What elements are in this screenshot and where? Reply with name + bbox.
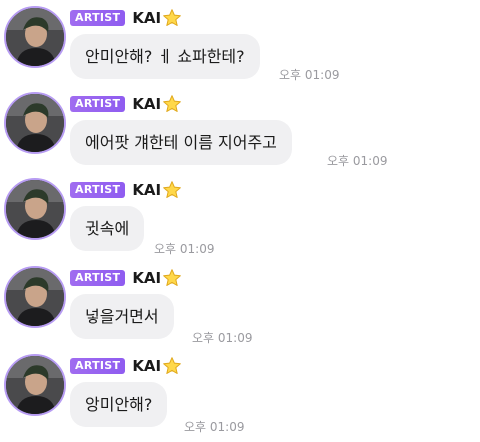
artist-avatar[interactable] <box>4 6 66 68</box>
message-time: 오후 01:09 <box>327 154 388 168</box>
sender-row: ARTIST KAI <box>70 268 182 288</box>
artist-avatar[interactable] <box>4 92 66 154</box>
chat-message: ARTIST KAI 귓속에 오후 01:09 <box>0 178 480 258</box>
avatar-photo <box>6 268 64 326</box>
avatar-photo <box>6 356 64 414</box>
message-time: 오후 01:09 <box>192 331 253 345</box>
artist-badge: ARTIST <box>70 96 126 112</box>
chat-message: ARTIST KAI 앙미안해? 오후 01:09 <box>0 354 480 442</box>
star-icon <box>163 181 181 198</box>
sender-row: ARTIST KAI <box>70 180 182 200</box>
message-bubble[interactable]: 에어팟 걔한테 이름 지어주고 <box>70 120 292 165</box>
chat-message: ARTIST KAI 넣을거면서 오후 01:09 <box>0 266 480 346</box>
avatar-photo <box>6 94 64 152</box>
message-time: 오후 01:09 <box>154 242 215 256</box>
artist-avatar[interactable] <box>4 266 66 328</box>
artist-avatar[interactable] <box>4 354 66 416</box>
artist-badge: ARTIST <box>70 182 126 198</box>
star-icon <box>163 9 181 26</box>
sender-row: ARTIST KAI <box>70 94 182 114</box>
sender-name: KAI <box>132 95 162 113</box>
chat-message: ARTIST KAI 안미안해? ㅔ 쇼파한테? 오후 01:09 <box>0 6 480 86</box>
message-bubble[interactable]: 안미안해? ㅔ 쇼파한테? <box>70 34 260 79</box>
message-time: 오후 01:09 <box>279 68 340 82</box>
sender-name: KAI <box>132 269 162 287</box>
artist-badge: ARTIST <box>70 358 126 374</box>
message-bubble[interactable]: 앙미안해? <box>70 382 168 427</box>
message-bubble[interactable]: 넣을거면서 <box>70 294 174 339</box>
sender-row: ARTIST KAI <box>70 356 182 376</box>
sender-name: KAI <box>132 181 162 199</box>
artist-badge: ARTIST <box>70 270 126 286</box>
avatar-photo <box>6 180 64 238</box>
star-icon <box>163 95 181 112</box>
star-icon <box>163 269 181 286</box>
sender-name: KAI <box>132 357 162 375</box>
chat-message: ARTIST KAI 에어팟 걔한테 이름 지어주고 오후 01:09 <box>0 92 480 172</box>
sender-name: KAI <box>132 9 162 27</box>
sender-row: ARTIST KAI <box>70 8 182 28</box>
message-time: 오후 01:09 <box>184 420 245 434</box>
artist-avatar[interactable] <box>4 178 66 240</box>
star-icon <box>163 357 181 374</box>
artist-badge: ARTIST <box>70 10 126 26</box>
message-bubble[interactable]: 귓속에 <box>70 206 145 251</box>
avatar-photo <box>6 8 64 66</box>
